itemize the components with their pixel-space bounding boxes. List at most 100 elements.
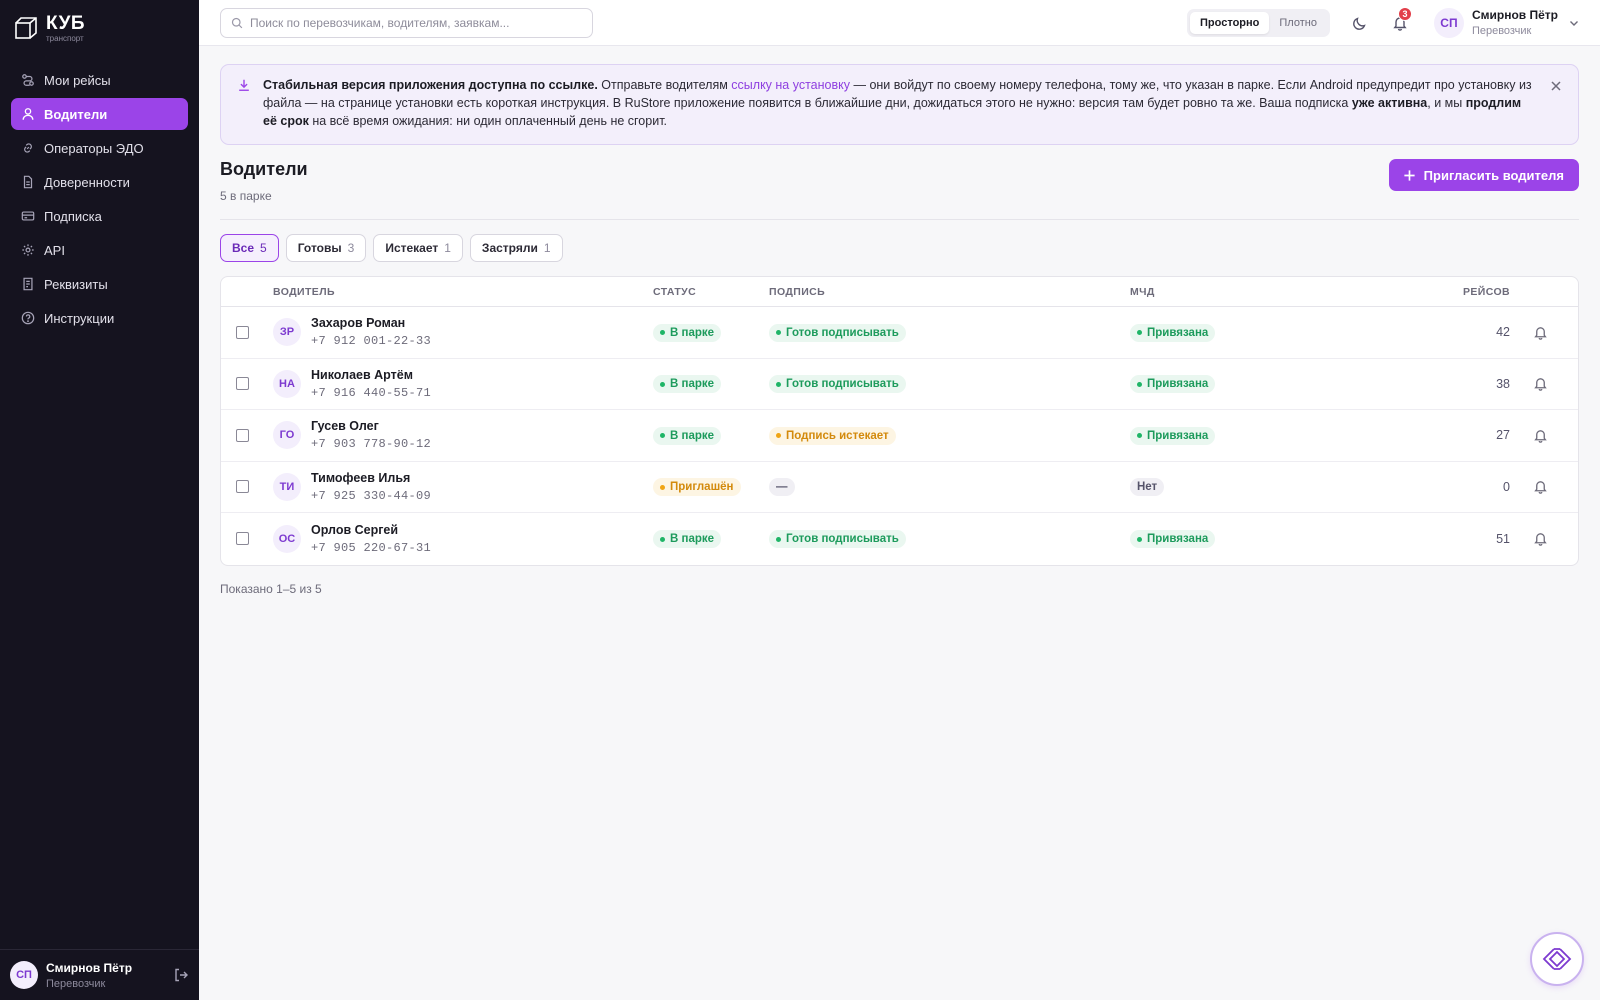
download-icon — [239, 79, 249, 91]
search-input[interactable] — [250, 15, 582, 30]
sidebar-item-label: Водители — [44, 106, 108, 122]
table-row[interactable]: ОС Орлов Сергей +7 905 220-67-31 В парке Гот… — [221, 513, 1578, 565]
sidebar-item-drivers[interactable]: Водители — [11, 98, 188, 130]
table-row[interactable]: ГО Гусев Олег +7 903 778-90-12 В парке Подпи… — [221, 410, 1578, 462]
notify-driver-button[interactable] — [1510, 376, 1570, 391]
install-link[interactable]: ссылку на установку — [731, 78, 850, 92]
search-box[interactable] — [220, 7, 593, 38]
bell-icon[interactable] — [1533, 325, 1548, 340]
close-icon[interactable] — [1550, 80, 1562, 92]
avatar: ТИ — [273, 472, 301, 501]
status-dot — [660, 330, 665, 335]
banner-emphasis: уже активна — [1351, 96, 1428, 110]
user-menu[interactable]: СП Смирнов Пётр Перевозчик — [1433, 7, 1580, 38]
driver-name[interactable]: Гусев Олег — [311, 419, 431, 433]
signature-badge: — — [769, 477, 795, 496]
row-checkbox[interactable] — [236, 325, 249, 339]
mcd-badge: Привязана — [1130, 323, 1216, 342]
app-download-banner: Стабильная версия приложения доступна по… — [220, 64, 1579, 145]
column-header-trips[interactable]: РЕЙСОВ — [1450, 286, 1510, 298]
diamond-logo-icon — [1542, 948, 1572, 970]
document-icon — [21, 175, 35, 189]
bell-icon[interactable] — [1533, 479, 1548, 494]
column-header-signature[interactable]: ПОДПИСЬ — [769, 286, 1130, 298]
badge-label: В парке — [670, 429, 715, 442]
card-icon — [21, 209, 35, 223]
row-checkbox[interactable] — [236, 428, 249, 442]
status-dot — [776, 381, 781, 387]
brand-name: КУБ — [46, 13, 86, 34]
bell-icon[interactable] — [1533, 376, 1548, 391]
sidebar-item-requisites[interactable]: Реквизиты — [11, 268, 188, 300]
sidebar-item-powers-of-attorney[interactable]: Доверенности — [11, 166, 188, 198]
notify-driver-button[interactable] — [1510, 531, 1570, 546]
bell-icon[interactable] — [1533, 531, 1548, 546]
invite-driver-button[interactable]: Пригласить водителя — [1388, 159, 1579, 191]
receipt-icon — [21, 277, 35, 291]
column-header-mcd[interactable]: МЧД — [1130, 286, 1450, 298]
table-row[interactable]: НА Николаев Артём +7 916 440-55-71 В парке Г… — [221, 359, 1578, 410]
avatar: ГО — [273, 421, 301, 450]
badge-label: В парке — [670, 378, 715, 390]
badge-label: Приглашён — [670, 481, 734, 493]
mcd-badge: Привязана — [1130, 530, 1216, 548]
sidebar-item-my-trips[interactable]: Мои рейсы — [11, 64, 188, 96]
filter-chip-all[interactable]: Все 5 — [220, 234, 279, 262]
filter-chip-stuck[interactable]: Застряли 1 — [469, 234, 563, 262]
notify-driver-button[interactable] — [1510, 479, 1570, 494]
cube-logo-icon — [15, 17, 37, 39]
row-checkbox[interactable] — [236, 377, 249, 391]
assistant-button[interactable] — [1530, 932, 1584, 986]
sidebar-nav: Мои рейсы Водители Операторы ЭДО Доверен… — [0, 58, 199, 336]
sidebar-item-api[interactable]: API — [11, 234, 188, 266]
status-dot — [1137, 330, 1142, 335]
avatar: НА — [273, 369, 301, 398]
column-header-status[interactable]: СТАТУС — [653, 286, 769, 298]
trips-count: 38 — [1496, 376, 1510, 391]
table-row[interactable]: ЗР Захаров Роман +7 912 001-22-33 В парке Го… — [221, 307, 1578, 359]
status-badge: В парке — [653, 530, 722, 548]
notify-driver-button[interactable] — [1510, 325, 1570, 340]
moon-icon[interactable] — [1352, 15, 1368, 31]
trips-count: 27 — [1496, 428, 1510, 443]
filter-count: 1 — [543, 241, 551, 255]
status-dot — [660, 381, 665, 387]
status-dot — [660, 433, 665, 438]
filter-chip-ready[interactable]: Готовы 3 — [285, 234, 367, 262]
page-content: Стабильная версия приложения доступна по… — [199, 46, 1600, 596]
sidebar-item-subscription[interactable]: Подписка — [11, 200, 188, 232]
column-header-driver[interactable]: ВОДИТЕЛЬ — [273, 286, 653, 298]
filter-label: Готовы — [297, 241, 342, 255]
badge-label: В парке — [670, 533, 715, 545]
notifications-button[interactable]: 3 — [1392, 6, 1412, 31]
avatar[interactable]: СП — [10, 961, 38, 989]
search-icon — [231, 17, 243, 28]
logout-icon[interactable] — [173, 967, 189, 983]
table-row[interactable]: ТИ Тимофеев Илья +7 925 330-44-09 Приглашён… — [221, 462, 1578, 513]
status-dot — [1137, 433, 1142, 438]
density-spacious-option[interactable]: Просторно — [1190, 11, 1270, 34]
driver-name[interactable]: Захаров Роман — [311, 316, 431, 330]
driver-name[interactable]: Николаев Артём — [311, 368, 431, 382]
notify-driver-button[interactable] — [1510, 428, 1570, 443]
row-checkbox[interactable] — [236, 480, 249, 494]
brand[interactable]: КУБ транспорт — [0, 0, 199, 58]
row-checkbox[interactable] — [236, 532, 249, 546]
banner-lead: Стабильная версия приложения доступна по… — [263, 78, 598, 92]
driver-phone: +7 905 220-67-31 — [311, 540, 432, 555]
signature-badge: Готов подписывать — [769, 323, 906, 342]
trips-count: 0 — [1503, 479, 1510, 494]
main-area: Просторно Плотно 3 СП Смирнов Пётр Перев… — [199, 0, 1600, 1000]
status-dot — [776, 433, 781, 438]
sidebar-item-instructions[interactable]: Инструкции — [11, 302, 188, 334]
mcd-badge: Привязана — [1130, 375, 1216, 393]
filter-label: Застряли — [481, 241, 538, 255]
density-compact-option[interactable]: Плотно — [1269, 12, 1327, 34]
sidebar-item-edo-operators[interactable]: Операторы ЭДО — [11, 132, 188, 164]
sidebar-item-label: Подписка — [44, 208, 102, 224]
bell-icon[interactable] — [1533, 428, 1548, 443]
driver-name[interactable]: Тимофеев Илья — [311, 471, 431, 485]
filter-chip-expiring[interactable]: Истекает 1 — [373, 234, 463, 262]
filter-label: Истекает — [385, 241, 439, 255]
driver-name[interactable]: Орлов Сергей — [311, 523, 431, 537]
